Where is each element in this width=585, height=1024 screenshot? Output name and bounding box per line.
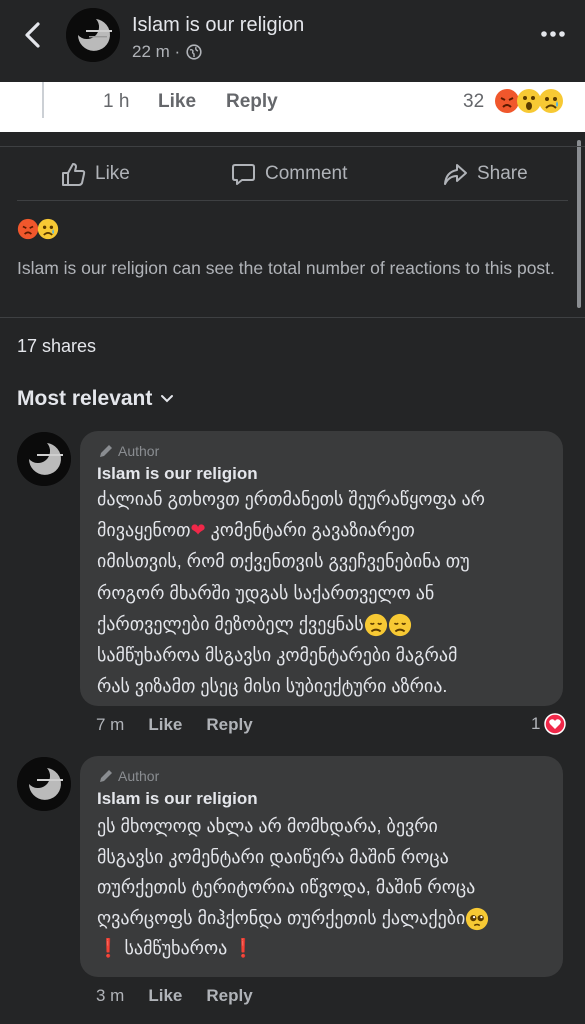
love-reaction-icon [544,713,567,735]
comment-time: 3 m [96,986,125,1005]
comment-reaction-count[interactable]: 1 [531,713,567,735]
sort-label: Most relevant [17,387,153,410]
exclamation-icon: ❗ [97,938,120,958]
comment-author-name[interactable]: Islam is our religion [97,464,258,484]
comment-line: ქართველები მეზობელ ქვეყნას [97,609,559,640]
comment-text: ძალიან გთხოვთ ერთმანეთს შეურაწყოფა არ მი… [97,484,559,702]
comment-line: თურქეთის ტერიტორია იწვოდა, მაშინ როცა [97,877,476,897]
globe-icon [186,44,202,60]
shares-count[interactable]: 17 shares [17,336,96,357]
comment-reply-button[interactable]: Reply [226,91,278,113]
post-header: Islam is our religion 22 m · [0,0,585,82]
comment-like-button[interactable]: Like [158,91,196,113]
comment-reply-button[interactable]: Reply [206,715,252,735]
sad-emoji-icon [539,89,563,113]
comment-line: რას ვიზამთ ესეც მისი სუბიექტური აზრია. [97,676,448,697]
reaction-visibility-note: Islam is our religion can see the total … [17,258,555,278]
share-action-button[interactable]: Share [442,148,528,200]
post-time: 22 m · [132,42,181,61]
comment-line: მსგავსი კომენტარი დაიწერა მაშინ როცა [97,846,449,867]
divider [17,200,568,201]
disappointed-emoji-icon [364,613,387,637]
more-dots-icon[interactable] [540,26,566,42]
page-avatar[interactable] [66,8,120,62]
comment-bubble[interactable]: Author Islam is our religion ძალიან გთხო… [80,431,563,706]
pencil-icon [100,445,112,457]
sort-dropdown[interactable]: Most relevant [17,387,174,411]
comment-line-text: სამწუხაროა [124,938,228,958]
heart-emoji-icon: ❤ [190,520,206,541]
comment-time: 7 m [96,715,125,734]
pleading-emoji-icon [466,907,489,930]
comment-line: ეს მხოლოდ ახლა არ მომხდარა, ბევრი [97,816,438,836]
comment-meta: 3 m Like Reply [96,986,277,1006]
thumbs-up-icon [62,162,86,186]
comment-line: მივაყენოთ❤ კომენტარი გავაზიარეთ [97,515,559,546]
comment-line-text: ღვარცოფს მიჰქონდა თურქეთის ქალაქები [97,907,466,928]
comment-line: სამწუხაროა მსგავსი კომენტარები მაგრამ [97,645,458,666]
share-label: Share [477,163,528,184]
comment-like-button[interactable]: Like [148,986,182,1006]
post-reactions[interactable] [17,218,59,240]
author-badge: Author [98,443,159,459]
reaction-emojis[interactable] [494,88,564,114]
comment-action-button[interactable]: Comment [230,148,347,200]
comment-like-button[interactable]: Like [148,715,182,735]
comment-line-text: მივაყენოთ [97,520,191,541]
angry-emoji-icon [17,218,39,240]
chevron-down-icon [161,395,174,403]
post-meta: 22 m · [132,42,202,62]
thread-line [42,82,44,118]
comment-label: Comment [265,163,348,184]
comment-author-name[interactable]: Islam is our religion [97,789,258,809]
chevron-left-icon[interactable] [20,20,46,50]
comment-line-text: კომენტარი გავაზიარეთ [210,520,415,541]
pencil-icon [100,770,112,782]
comment-text: ეს მხოლოდ ახლა არ მომხდარა, ბევრი მსგავს… [97,811,559,964]
post-action-bar: Like Comment Share [0,148,585,200]
like-action-button[interactable]: Like [60,148,130,200]
author-label: Author [118,443,160,459]
disappointed-emoji-icon [388,613,411,637]
like-label: Like [95,163,130,184]
page-title[interactable]: Islam is our religion [132,14,304,37]
reaction-count[interactable]: 32 [463,91,484,113]
comment-icon [232,163,255,185]
reaction-number: 1 [531,714,541,733]
divider [0,146,585,147]
comment-line: იმისთვის, რომ თქვენთვის გვეჩვენებინა თუ [97,551,470,572]
comment-meta: 7 m Like Reply [96,715,277,735]
divider [0,317,585,318]
comment-reply-button[interactable]: Reply [206,986,252,1006]
author-badge: Author [98,768,159,784]
author-label: Author [118,768,160,784]
comment-line: ღვარცოფს მიჰქონდა თურქეთის ქალაქები [97,903,559,934]
comment-line: ❗ სამწუხაროა ❗ [97,933,559,964]
exclamation-icon: ❗ [232,938,255,958]
comment-line: როგორ მხარში უდგას საქართველო ან [97,582,435,603]
sad-emoji-icon [37,218,59,240]
comment-time: 1 h [103,91,130,112]
comment-avatar[interactable] [17,432,71,486]
comment-line-text: ქართველები მეზობელ ქვეყნას [97,613,364,634]
comment-bubble[interactable]: Author Islam is our religion ეს მხოლოდ ა… [80,756,563,977]
comment-avatar[interactable] [17,757,71,811]
comment-line: ძალიან გთხოვთ ერთმანეთს შეურაწყოფა არ [97,489,486,509]
share-arrow-icon [444,163,467,185]
